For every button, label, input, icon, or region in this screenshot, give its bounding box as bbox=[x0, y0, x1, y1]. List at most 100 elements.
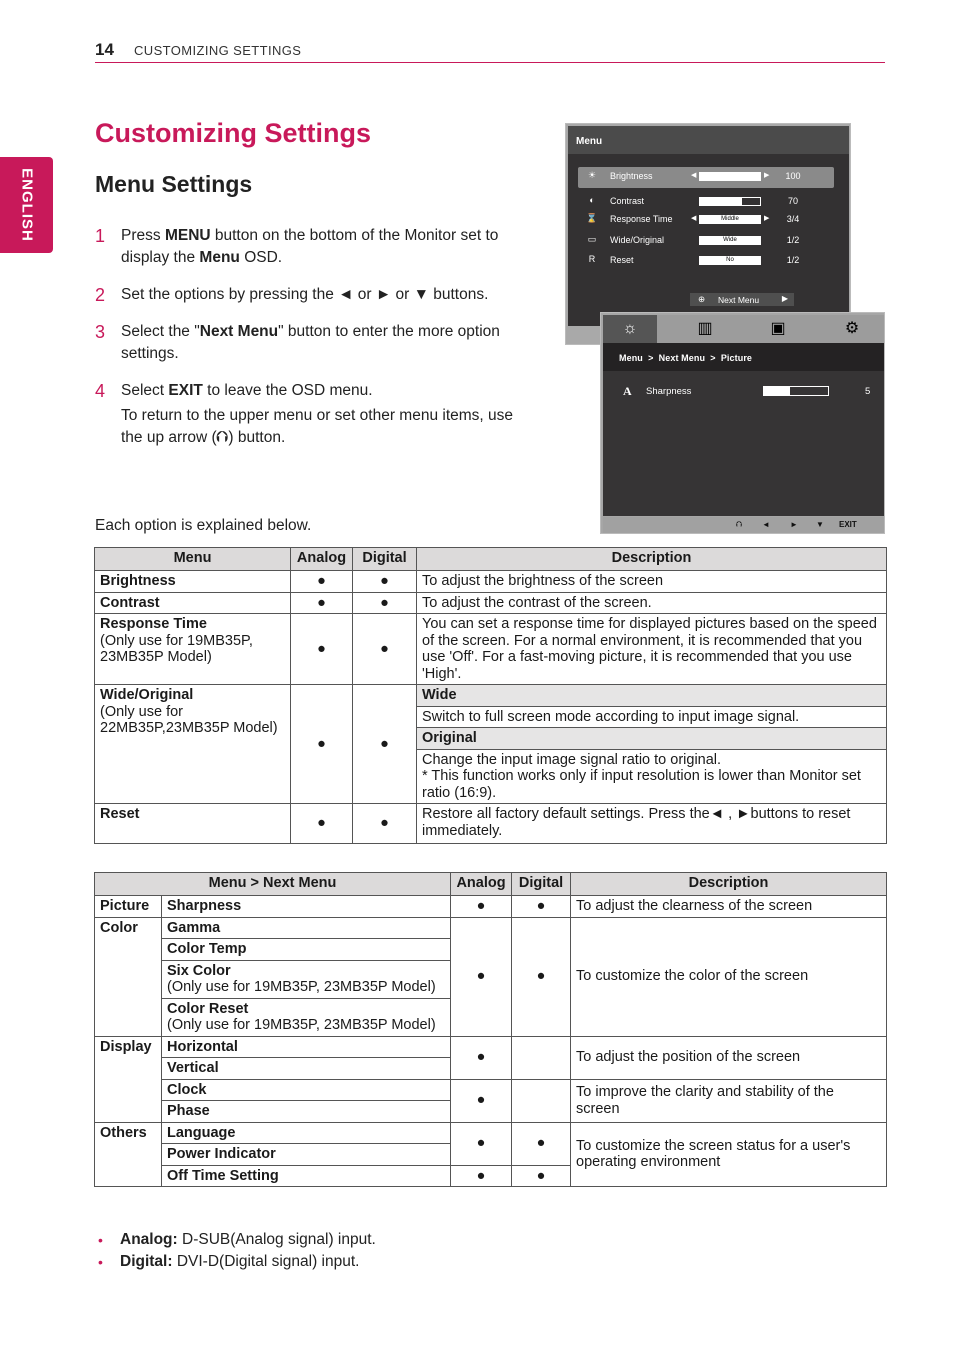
osd-row-contrast[interactable]: ◐ Contrast 70 bbox=[578, 192, 834, 210]
language-tab: ENGLISH bbox=[0, 157, 53, 253]
next-menu-label: Next Menu bbox=[718, 295, 760, 305]
analog-cell: ● bbox=[290, 591, 353, 614]
step-number: 4 bbox=[95, 381, 106, 401]
menu-name: Contrast bbox=[100, 594, 160, 611]
left-arrow-icon[interactable]: ◄ bbox=[762, 520, 770, 529]
osd-row-slider[interactable] bbox=[699, 197, 761, 206]
arrow-right-icon[interactable]: ▶ bbox=[764, 214, 769, 222]
item-cell: Off Time Setting bbox=[160, 1164, 452, 1187]
page-title: Customizing Settings bbox=[95, 118, 371, 148]
others-tab-icon[interactable]: ⚙ bbox=[825, 315, 879, 343]
up-arrow-icon[interactable]: ⮉ bbox=[736, 520, 742, 530]
slider-fill bbox=[700, 198, 742, 205]
table-row: Picture Sharpness ● ● To adjust the clea… bbox=[94, 895, 888, 918]
osd-row-value: 1/2 bbox=[786, 255, 800, 265]
analog-cell: ● bbox=[450, 1078, 513, 1123]
exit-button[interactable]: EXIT bbox=[839, 520, 857, 529]
contrast-icon: ◐ bbox=[589, 195, 595, 205]
step-number: 3 bbox=[95, 322, 106, 342]
item-cell: Power Indicator bbox=[160, 1143, 452, 1166]
osd-next-menu-body: A Sharpness 5 bbox=[603, 371, 884, 516]
item-cell: Language bbox=[160, 1121, 452, 1144]
step-2: 2 Set the options by pressing the ◄ or ►… bbox=[95, 284, 525, 306]
osd-row-value: 1/2 bbox=[786, 235, 800, 245]
table-row: Brightness ● ● To adjust the brightness … bbox=[94, 570, 887, 593]
osd-footer: ⮉ ◄ ► ▼ EXIT bbox=[603, 517, 884, 533]
description-cell: To improve the clarity and stability of … bbox=[570, 1078, 888, 1123]
sharpness-slider[interactable] bbox=[763, 386, 829, 396]
header-analog: Analog bbox=[450, 872, 513, 896]
osd-row-label: Wide/Original bbox=[610, 235, 665, 245]
analog-cell: ● bbox=[290, 613, 353, 685]
osd-row-slider[interactable]: Middle bbox=[699, 215, 761, 224]
osd-row-slider[interactable]: No bbox=[699, 256, 761, 265]
analog-cell: ● bbox=[450, 1164, 513, 1187]
wide-original-icon: ▭ bbox=[587, 234, 597, 244]
osd-breadcrumb: Menu > Next Menu > Picture bbox=[603, 343, 884, 371]
table-row: Others Language ● ● To customize the scr… bbox=[94, 1121, 888, 1187]
menu-name: Response Time bbox=[100, 616, 207, 632]
step-bold: EXIT bbox=[168, 382, 203, 399]
arrow-left-icon[interactable]: ◀ bbox=[691, 171, 696, 179]
osd-row-response-time[interactable]: ⌛ Response Time Middle 3/4 ◀ ▶ bbox=[578, 210, 834, 228]
down-arrow-icon[interactable]: ▼ bbox=[816, 520, 824, 529]
table-row: Contrast ● ● To adjust the contrast of t… bbox=[94, 591, 887, 614]
description-cell: Switch to full screen mode according to … bbox=[416, 705, 887, 728]
group-cell: Display bbox=[94, 1035, 162, 1123]
menu-cell: Brightness bbox=[94, 570, 291, 593]
slider-text: Middle bbox=[721, 216, 739, 222]
slider-fill bbox=[700, 173, 760, 180]
color-tab-icon[interactable]: ▥ bbox=[678, 315, 732, 343]
step-number: 2 bbox=[95, 285, 106, 305]
description-cell: To adjust the contrast of the screen. bbox=[416, 591, 887, 614]
item-name: Horizontal bbox=[167, 1038, 238, 1055]
digital-cell bbox=[511, 1035, 572, 1080]
analog-cell: ● bbox=[450, 1121, 513, 1166]
group-cell: Others bbox=[94, 1121, 162, 1187]
menu-cell: Contrast bbox=[94, 591, 291, 614]
osd-row-slider[interactable]: Wide bbox=[699, 236, 761, 245]
arrow-right-icon[interactable]: ▶ bbox=[764, 171, 769, 179]
step-text: Set the options by pressing the ◄ or ► o… bbox=[121, 286, 489, 303]
step-extra-text: To return to the upper menu or set other… bbox=[121, 407, 514, 446]
osd-row-slider[interactable] bbox=[699, 172, 761, 181]
display-tab-icon[interactable]: ▣ bbox=[751, 315, 805, 343]
description-cell: To adjust the position of the screen bbox=[570, 1035, 888, 1080]
arrow-left-icon[interactable]: ◀ bbox=[691, 214, 696, 222]
digital-cell: ● bbox=[511, 1164, 572, 1187]
table-row: Color Gamma ● ● To customize the color o… bbox=[94, 916, 888, 1037]
subheading-cell: Original bbox=[416, 727, 887, 750]
description-cell: To adjust the brightness of the screen bbox=[416, 570, 887, 593]
step-3: 3 Select the "Next Menu" button to enter… bbox=[95, 321, 525, 365]
osd-row-value: 100 bbox=[785, 171, 801, 181]
digital-cell: ● bbox=[511, 916, 572, 1037]
next-menu-button[interactable]: ⊕ Next Menu ▶ bbox=[690, 293, 794, 306]
osd-row-label: Brightness bbox=[610, 171, 653, 181]
note-term: Analog: bbox=[120, 1231, 178, 1248]
analog-cell: ● bbox=[450, 1035, 513, 1080]
digital-cell: ● bbox=[352, 803, 417, 844]
step-number: 1 bbox=[95, 226, 106, 246]
notes-list: • Analog: D-SUB(Analog signal) input. • Di… bbox=[98, 1229, 376, 1273]
menu-cell: Reset bbox=[94, 803, 291, 844]
table-header-row: Menu > Next Menu Analog Digital Descript… bbox=[93, 872, 888, 896]
analog-cell: ● bbox=[450, 895, 513, 918]
table-row: Response Time (Only use for 19MB35P, 23MB… bbox=[94, 613, 887, 685]
osd-row-brightness[interactable]: ☀ Brightness 100 ◀ ▶ bbox=[578, 167, 834, 188]
osd-menu-body: ⊕ Next Menu ▶ ☀ Brightness 100 ◀ ▶ ◐ Contrast 7… bbox=[568, 154, 849, 326]
menu-name: Reset bbox=[100, 806, 140, 822]
section-title: Menu Settings bbox=[95, 171, 253, 197]
subheading-cell: Wide bbox=[416, 684, 887, 707]
analog-cell: ● bbox=[290, 570, 353, 593]
step-bold: Next Menu bbox=[199, 323, 279, 340]
sharpness-row[interactable]: A Sharpness 5 bbox=[603, 382, 884, 400]
right-arrow-icon[interactable]: ► bbox=[790, 520, 798, 529]
item-cell: Clock bbox=[160, 1078, 452, 1101]
item-name: Clock bbox=[167, 1081, 207, 1098]
item-name: Gamma bbox=[167, 919, 221, 936]
group-cell: Color bbox=[94, 916, 162, 1037]
osd-row-reset[interactable]: R Reset No 1/2 bbox=[578, 251, 834, 269]
item-cell: Sharpness bbox=[160, 895, 452, 918]
osd-row-wide-original[interactable]: ▭ Wide/Original Wide 1/2 bbox=[578, 231, 834, 249]
picture-tab-icon[interactable]: ☼ bbox=[603, 315, 657, 343]
